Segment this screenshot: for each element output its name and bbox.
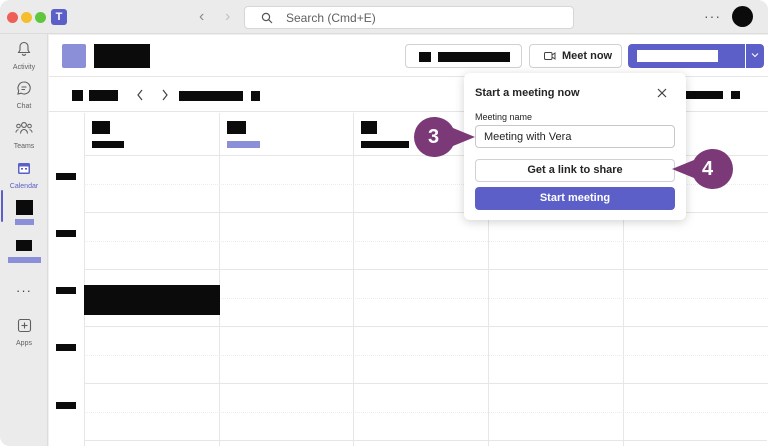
- redacted-button-label: [637, 50, 718, 62]
- rail-label-apps: Apps: [16, 340, 32, 347]
- more-options-icon[interactable]: ···: [704, 8, 721, 24]
- close-icon[interactable]: [656, 87, 668, 99]
- redacted-app-label: [8, 257, 41, 263]
- rail-label-calendar: Calendar: [9, 183, 39, 190]
- apps-icon: [17, 318, 31, 333]
- meeting-name-label: Meeting name: [475, 112, 533, 122]
- forward-arrow-icon[interactable]: ›: [225, 8, 230, 26]
- grid-line: [84, 241, 768, 242]
- redacted-time-label: [56, 173, 76, 180]
- grid-line: [84, 355, 768, 356]
- meet-now-button[interactable]: Meet now: [529, 44, 622, 68]
- chevron-right-icon[interactable]: [161, 89, 169, 101]
- teams-icon: [15, 122, 33, 134]
- callout-badge: [414, 117, 475, 157]
- more-apps-icon[interactable]: ···: [0, 283, 48, 298]
- calendar-tile-icon: [62, 44, 86, 68]
- grid-line: [84, 269, 768, 270]
- rail-label-activity: Activity: [12, 64, 36, 71]
- back-arrow-icon[interactable]: ‹: [199, 8, 204, 26]
- redacted-time-label: [56, 230, 76, 237]
- teams-logo-icon: T: [51, 9, 67, 25]
- meet-now-label: Meet now: [562, 50, 613, 62]
- chat-icon: [17, 81, 31, 95]
- redacted-date-range: [179, 91, 243, 101]
- redacted-button-icon: [419, 52, 431, 62]
- grid-line: [84, 440, 768, 441]
- bell-icon: [17, 41, 31, 56]
- redacted-time-label: [56, 402, 76, 409]
- step-4-number: 4: [702, 158, 714, 180]
- close-window-button[interactable]: [7, 12, 18, 23]
- search-placeholder: Search (Cmd+E): [286, 11, 376, 25]
- chevron-left-icon[interactable]: [136, 89, 144, 101]
- avatar[interactable]: [732, 6, 753, 27]
- rail-item-teams[interactable]: Teams: [0, 120, 48, 150]
- chevron-down-icon: [751, 53, 759, 58]
- grid-line: [353, 113, 354, 446]
- start-meeting-popup: Start a meeting now Meeting name Get a l…: [464, 73, 686, 220]
- redacted-app-icon[interactable]: [16, 200, 33, 215]
- get-link-button[interactable]: Get a link to share: [475, 159, 675, 182]
- rail-item-chat[interactable]: Chat: [0, 80, 48, 110]
- rail-label-teams: Teams: [13, 143, 35, 150]
- minimize-window-button[interactable]: [21, 12, 32, 23]
- redacted-view-selector[interactable]: [683, 91, 723, 99]
- redacted-day-name: [92, 141, 124, 148]
- redacted-day-number: [92, 121, 110, 134]
- active-indicator: [1, 190, 3, 222]
- redacted-today-icon[interactable]: [72, 90, 83, 101]
- redacted-app-label: [15, 219, 34, 225]
- redacted-date-dropdown[interactable]: [251, 91, 260, 101]
- new-meeting-dropdown[interactable]: [746, 44, 764, 68]
- title-bar: T ‹ › Search (Cmd+E) ···: [0, 0, 768, 34]
- grid-line: [84, 383, 768, 384]
- redacted-day-number: [361, 121, 377, 134]
- redacted-day-name: [361, 141, 409, 148]
- search-icon: [261, 12, 273, 24]
- rail-item-apps[interactable]: Apps: [0, 318, 48, 347]
- step-3-number: 3: [428, 126, 440, 148]
- step-4-callout: 4: [670, 148, 734, 190]
- redacted-time-label: [56, 344, 76, 351]
- redacted-today-label[interactable]: [89, 90, 118, 101]
- redacted-view-dropdown[interactable]: [731, 91, 740, 99]
- redacted-app-icon[interactable]: [16, 240, 32, 251]
- zoom-window-button[interactable]: [35, 12, 46, 23]
- rail-item-activity[interactable]: Activity: [0, 41, 48, 71]
- redacted-button-label: [438, 52, 510, 62]
- calendar-icon: [18, 163, 30, 174]
- rail-label-chat: Chat: [16, 103, 32, 110]
- redacted-day-name-today: [227, 141, 260, 148]
- meeting-name-input[interactable]: [475, 125, 675, 148]
- start-meeting-button[interactable]: Start meeting: [475, 187, 675, 210]
- popup-title: Start a meeting now: [475, 87, 580, 99]
- redacted-time-label: [56, 287, 76, 294]
- video-camera-icon: [544, 52, 556, 60]
- step-3-callout: 3: [413, 116, 477, 158]
- calendar-header: Meet now: [49, 35, 768, 77]
- search-input[interactable]: Search (Cmd+E): [244, 6, 574, 29]
- rail-item-calendar[interactable]: Calendar: [0, 160, 48, 190]
- teams-window: T ‹ › Search (Cmd+E) ··· Activity Chat T…: [0, 0, 768, 446]
- grid-line: [84, 412, 768, 413]
- redacted-calendar-event[interactable]: [84, 285, 220, 315]
- grid-line: [84, 326, 768, 327]
- join-with-id-button[interactable]: [405, 44, 522, 68]
- grid-line: [84, 113, 85, 446]
- redacted-page-title: [94, 44, 150, 68]
- app-rail: Activity Chat Teams Calendar ··· Apps: [0, 34, 48, 446]
- redacted-day-number: [227, 121, 246, 134]
- grid-line: [219, 113, 220, 446]
- new-meeting-button[interactable]: [628, 44, 745, 68]
